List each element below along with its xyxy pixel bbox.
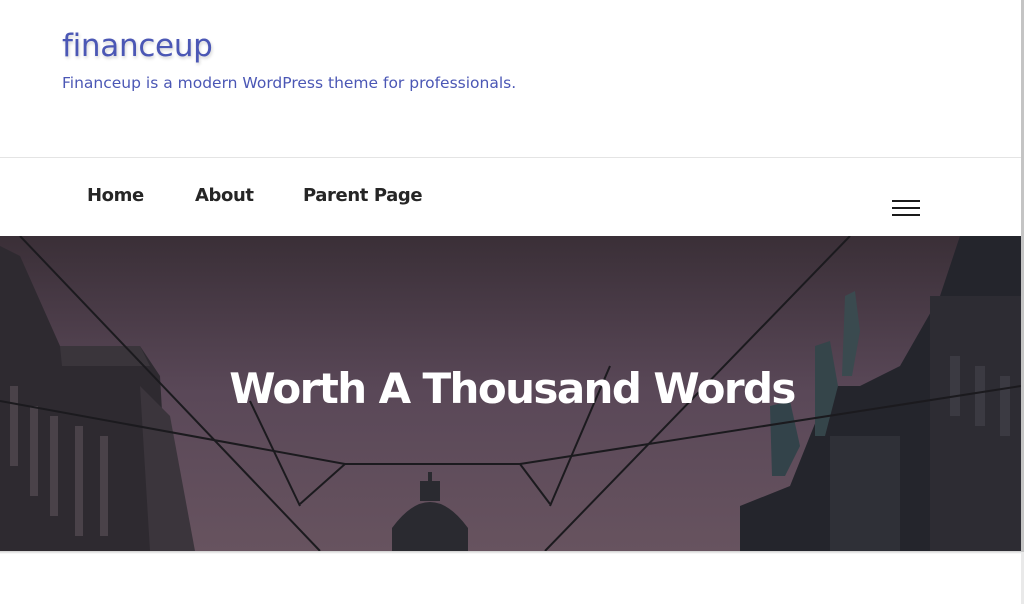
nav-item-parent-page[interactable]: Parent Page: [303, 185, 423, 206]
nav-item-home[interactable]: Home: [87, 185, 144, 206]
hero-bottom-divider: [0, 551, 1021, 554]
site-header: financeup Financeup is a modern WordPres…: [0, 0, 1021, 157]
hamburger-menu-icon[interactable]: [892, 200, 920, 218]
nav-item-about[interactable]: About: [195, 185, 254, 206]
main-navigation: Home About Parent Page: [0, 157, 1021, 236]
site-tagline: Financeup is a modern WordPress theme fo…: [62, 74, 517, 92]
hero-title: Worth A Thousand Words: [229, 364, 796, 413]
site-title-link[interactable]: financeup: [62, 28, 213, 64]
hero-banner: Worth A Thousand Words: [0, 236, 1021, 551]
